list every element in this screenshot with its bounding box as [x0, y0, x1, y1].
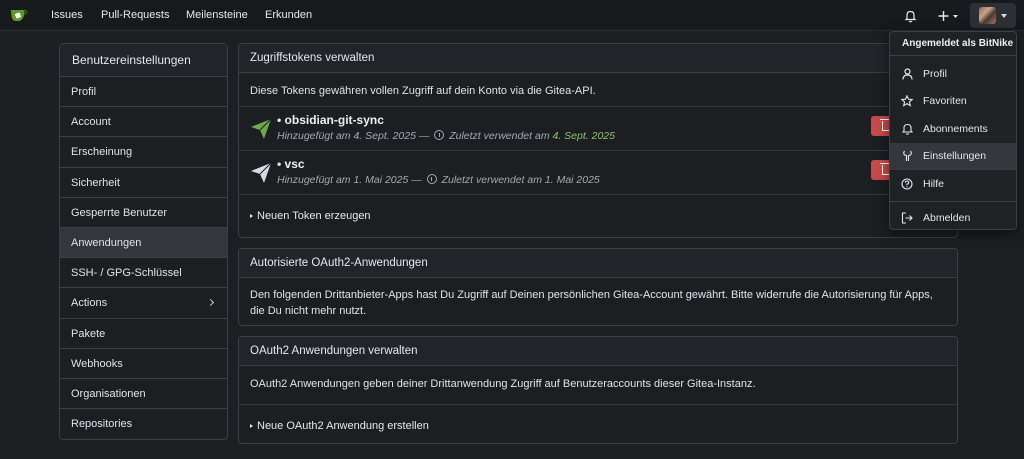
token-row: • vsc Hinzugefügt am 1. Mai 2025 — Zulet…	[239, 150, 957, 194]
menu-item-settings[interactable]: Einstellungen	[890, 142, 1016, 170]
manage-oauth2-panel: OAuth2 Anwendungen verwalten OAuth2 Anwe…	[238, 336, 958, 444]
chevron-down-icon	[1001, 13, 1007, 18]
send-icon	[250, 118, 272, 140]
top-navbar: Issues Pull-Requests Meilensteine Erkund…	[0, 0, 1024, 31]
access-tokens-title: Zugriffstokens verwalten	[239, 44, 957, 73]
user-menu-button[interactable]	[970, 3, 1016, 28]
create-new-plus-icon[interactable]	[938, 0, 960, 31]
authorized-oauth2-panel: Autorisierte OAuth2-Anwendungen Den folg…	[238, 248, 958, 326]
triangle-right-icon	[250, 214, 253, 218]
menu-divider	[890, 200, 1016, 202]
nav-pull-requests[interactable]: Pull-Requests	[101, 0, 169, 31]
token-meta: Hinzugefügt am 4. Sept. 2025 — Zuletzt v…	[277, 130, 615, 142]
settings-sidebar: Benutzereinstellungen Profil Account Ers…	[59, 43, 228, 441]
sidebar-item-actions[interactable]: Actions	[60, 288, 227, 319]
access-tokens-panel: Zugriffstokens verwalten Diese Tokens ge…	[238, 43, 958, 238]
token-name: • vsc	[277, 157, 305, 171]
notifications-bell-icon[interactable]	[904, 0, 917, 31]
generate-token-toggle[interactable]: Neuen Token erzeugen	[239, 194, 957, 237]
nav-issues[interactable]: Issues	[51, 0, 83, 31]
sidebar-item-organizations[interactable]: Organisationen	[60, 379, 227, 410]
chevron-right-icon	[206, 299, 215, 307]
avatar	[979, 7, 996, 24]
sidebar-item-applications[interactable]: Anwendungen	[60, 227, 227, 259]
gitea-logo[interactable]	[9, 6, 29, 24]
sidebar-item-profile[interactable]: Profil	[60, 77, 227, 108]
sidebar-item-webhooks[interactable]: Webhooks	[60, 349, 227, 379]
sidebar-item-packages[interactable]: Pakete	[60, 319, 227, 349]
sidebar-title: Benutzereinstellungen	[60, 44, 227, 77]
sign-out-icon	[901, 212, 913, 224]
send-icon	[250, 162, 272, 184]
menu-item-sign-out[interactable]: Abmelden	[890, 205, 1016, 233]
sidebar-item-ssh-gpg-keys[interactable]: SSH- / GPG-Schlüssel	[60, 258, 227, 289]
triangle-right-icon	[250, 424, 253, 428]
menu-item-subscriptions[interactable]: Abonnements	[890, 115, 1016, 143]
sidebar-item-label: Actions	[71, 297, 108, 310]
sidebar-item-security[interactable]: Sicherheit	[60, 168, 227, 198]
tools-icon	[901, 150, 913, 162]
nav-milestones[interactable]: Meilensteine	[186, 0, 248, 31]
bell-icon	[901, 123, 913, 135]
authorized-oauth2-text: Den folgenden Drittanbieter-Apps hast Du…	[250, 289, 933, 317]
user-dropdown-menu: Angemeldet als BitNike Profil Favoriten …	[889, 31, 1017, 230]
person-icon	[901, 68, 913, 80]
token-meta: Hinzugefügt am 1. Mai 2025 — Zuletzt ver…	[277, 174, 600, 186]
info-icon	[434, 130, 445, 140]
authorized-oauth2-title: Autorisierte OAuth2-Anwendungen	[239, 249, 957, 278]
signed-in-as: Angemeldet als BitNike	[890, 32, 1016, 56]
create-oauth2-app-toggle[interactable]: Neue OAuth2 Anwendung erstellen	[239, 404, 957, 443]
token-name: • obsidian-git-sync	[277, 113, 384, 127]
access-tokens-description: Diese Tokens gewähren vollen Zugriff auf…	[250, 85, 596, 97]
menu-item-help[interactable]: Hilfe	[890, 170, 1016, 198]
menu-item-favorites[interactable]: Favoriten	[890, 88, 1016, 116]
menu-item-profile[interactable]: Profil	[890, 60, 1016, 88]
sidebar-item-blocked-users[interactable]: Gesperrte Benutzer	[60, 198, 227, 228]
token-row: • obsidian-git-sync Hinzugefügt am 4. Se…	[239, 106, 957, 150]
info-icon	[426, 174, 437, 184]
sidebar-item-repositories[interactable]: Repositories	[60, 409, 227, 439]
manage-oauth2-text: OAuth2 Anwendungen geben deiner Drittanw…	[250, 378, 756, 390]
manage-oauth2-title: OAuth2 Anwendungen verwalten	[239, 337, 957, 366]
question-icon	[901, 178, 913, 190]
sidebar-item-appearance[interactable]: Erscheinung	[60, 137, 227, 168]
sidebar-item-account[interactable]: Account	[60, 107, 227, 138]
nav-explore[interactable]: Erkunden	[265, 0, 312, 31]
star-icon	[901, 95, 913, 108]
